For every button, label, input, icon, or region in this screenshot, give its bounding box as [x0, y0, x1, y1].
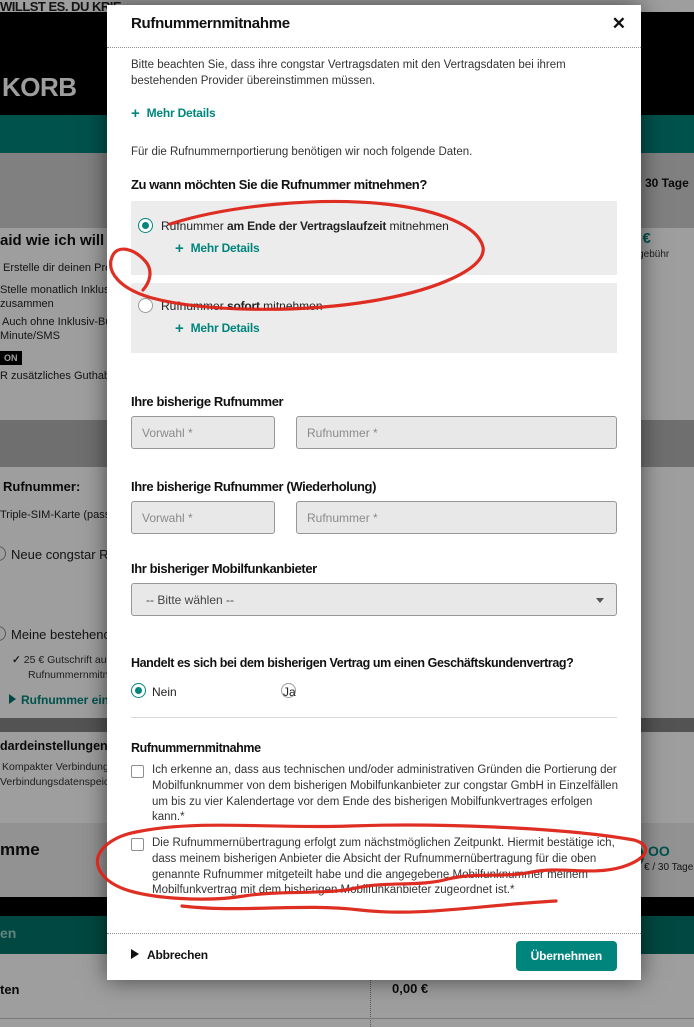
consent1-checkbox[interactable]	[131, 765, 144, 778]
porting-info-text: Für die Rufnummernportierung benötigen w…	[131, 145, 611, 161]
option-immediately[interactable]: Rufnummer sofort mitnehmen +Mehr Details	[131, 283, 617, 353]
triangle-icon	[131, 949, 139, 959]
number-repeat-heading: Ihre bisherige Rufnummer (Wiederholung)	[131, 479, 376, 494]
more-details-link-option1[interactable]: +Mehr Details	[175, 239, 260, 256]
vorwahl-input[interactable]	[131, 416, 275, 449]
radio-immediately[interactable]	[138, 298, 153, 313]
modal-title: Rufnummernmitnahme	[131, 15, 290, 32]
number-heading: Ihre bisherige Rufnummer	[131, 394, 283, 409]
consent-heading: Rufnummernmitnahme	[131, 741, 261, 755]
consent2-text: Die Rufnummernübertragung erfolgt zum nä…	[152, 836, 622, 899]
consent2-checkbox[interactable]	[131, 838, 144, 851]
page: WILLST ES. DU KRIE KORB 30 Tage aid wie …	[0, 0, 694, 1027]
plus-icon: +	[131, 105, 140, 122]
more-details-link-option2[interactable]: +Mehr Details	[175, 319, 260, 336]
option-end-of-contract-label: Rufnummer am Ende der Vertragslaufzeit m…	[161, 219, 449, 233]
when-question-heading: Zu wann möchten Sie die Rufnummer mitneh…	[131, 177, 427, 192]
porting-modal: Rufnummernmitnahme ✕ Bitte beachten Sie,…	[107, 5, 641, 980]
section-divider	[131, 717, 617, 718]
radio-business-no[interactable]	[131, 683, 146, 698]
close-icon[interactable]: ✕	[612, 14, 626, 34]
plus-icon: +	[175, 320, 184, 337]
more-details-link[interactable]: +Mehr Details	[131, 104, 216, 121]
header-divider	[107, 47, 641, 48]
cancel-button[interactable]: Abbrechen	[131, 948, 208, 962]
rufnummer-repeat-input[interactable]	[296, 501, 617, 534]
provider-heading: Ihr bisheriger Mobilfunkanbieter	[131, 561, 317, 576]
consent1-text: Ich erkenne an, dass aus technischen und…	[152, 763, 620, 826]
business-question-heading: Handelt es sich bei dem bisherigen Vertr…	[131, 656, 573, 670]
intro-text: Bitte beachten Sie, dass ihre congstar V…	[131, 58, 607, 89]
submit-button[interactable]: Übernehmen	[516, 941, 617, 971]
radio-business-yes-label: Ja	[283, 685, 296, 699]
radio-end-of-contract[interactable]	[138, 218, 153, 233]
plus-icon: +	[175, 240, 184, 257]
footer-divider	[107, 933, 641, 934]
option-end-of-contract[interactable]: Rufnummer am Ende der Vertragslaufzeit m…	[131, 201, 617, 275]
vorwahl-repeat-input[interactable]	[131, 501, 275, 534]
option-immediately-label: Rufnummer sofort mitnehmen	[161, 299, 323, 313]
provider-select-value: -- Bitte wählen --	[146, 593, 234, 607]
radio-business-no-label: Nein	[152, 685, 177, 699]
chevron-down-icon	[596, 598, 604, 603]
provider-select[interactable]: -- Bitte wählen --	[131, 583, 617, 616]
rufnummer-input[interactable]	[296, 416, 617, 449]
